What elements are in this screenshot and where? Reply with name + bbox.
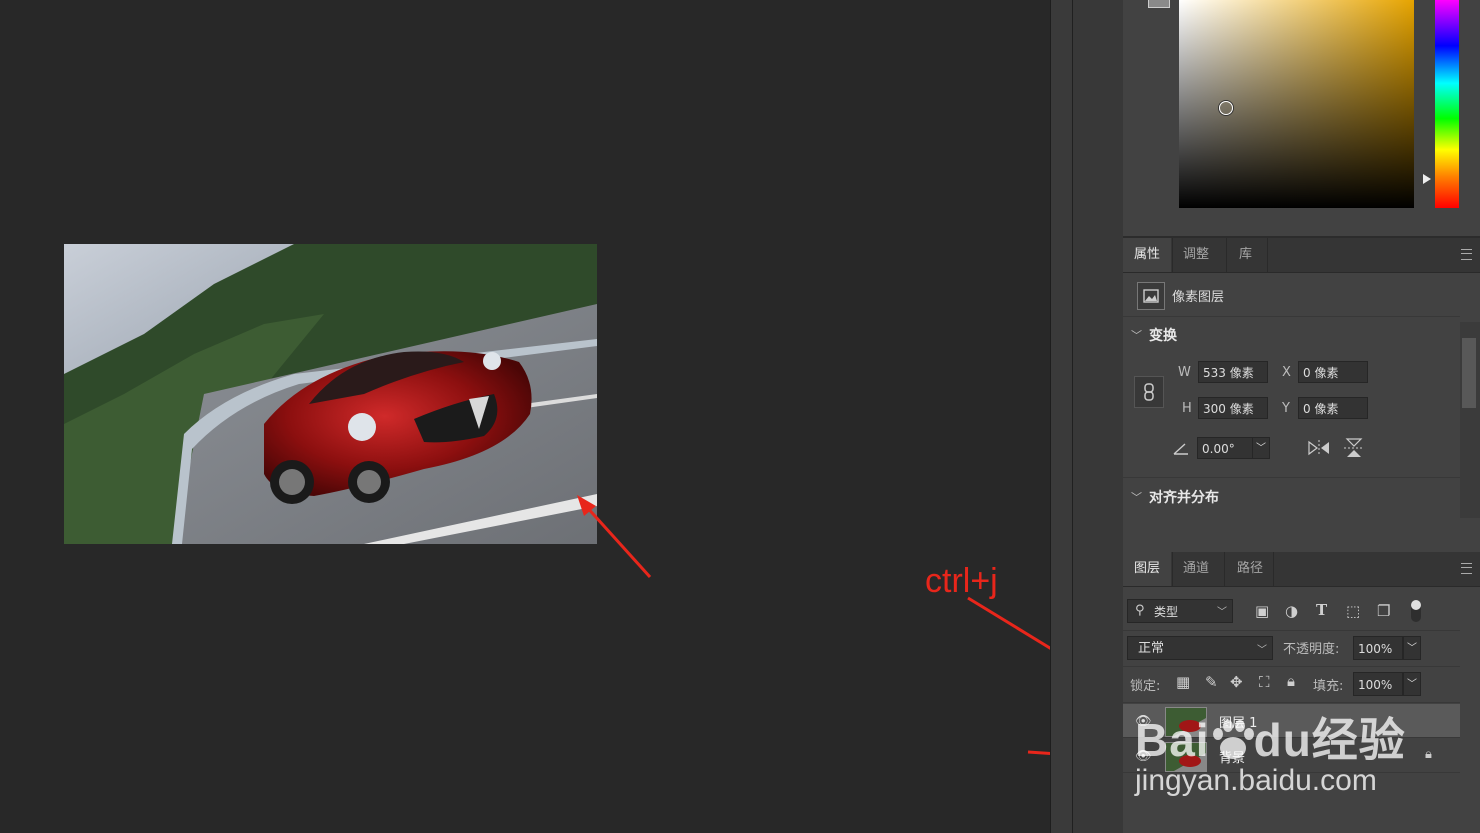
y-field[interactable]: 0 像素 — [1298, 397, 1368, 419]
color-picker-cursor[interactable] — [1219, 101, 1233, 115]
rotation-angle-field[interactable]: 0.00° — [1197, 437, 1253, 459]
opacity-label: 不透明度: — [1283, 642, 1340, 657]
filter-toggle[interactable] — [1411, 600, 1421, 622]
pixel-layer-icon — [1137, 282, 1165, 310]
lock-label: 锁定: — [1130, 679, 1161, 694]
flip-horizontal-icon[interactable] — [1307, 439, 1331, 461]
lock-transparent-pixels-icon[interactable]: ▦ — [1176, 673, 1190, 691]
chevron-down-icon: ﹀ — [1257, 645, 1267, 656]
layer-type-label: 像素图层 — [1172, 290, 1225, 305]
opacity-dropdown[interactable]: ﹀ — [1403, 636, 1421, 660]
fill-field[interactable]: 100% — [1353, 672, 1403, 696]
chevron-down-icon[interactable]: ﹀ — [1131, 327, 1142, 343]
height-label: H — [1182, 401, 1192, 416]
opacity-field[interactable]: 100% — [1353, 636, 1403, 660]
fill-label: 填充: — [1313, 679, 1344, 694]
lock-all-icon[interactable]: 🔒︎ — [1287, 672, 1295, 690]
lock-image-pixels-icon[interactable]: ✎ — [1205, 673, 1218, 691]
divider — [1123, 666, 1460, 667]
width-label: W — [1178, 365, 1191, 380]
width-field[interactable]: 533 像素 — [1198, 361, 1268, 383]
divider — [1123, 630, 1460, 631]
transform-section-title[interactable]: 变换 — [1149, 325, 1177, 345]
rotation-dropdown[interactable]: ﹀ — [1252, 437, 1270, 459]
link-icon — [1144, 383, 1154, 401]
car-photo — [64, 244, 597, 544]
adjustment-filter-icon[interactable]: ◑ — [1285, 602, 1298, 620]
tab-adjustments[interactable]: 调整 — [1172, 238, 1220, 272]
divider — [1123, 316, 1460, 317]
layers-tabbar: 图层 通道 路径 — [1123, 552, 1480, 587]
chevron-down-icon[interactable]: ﹀ — [1131, 489, 1142, 505]
angle-icon — [1172, 440, 1190, 460]
align-section-title[interactable]: 对齐并分布 — [1149, 487, 1219, 507]
shortcut-annotation: ctrl+j — [925, 562, 998, 600]
shape-filter-icon[interactable]: ⬚ — [1346, 602, 1360, 620]
hue-slider-handle[interactable] — [1423, 174, 1431, 184]
panel-menu-icon[interactable] — [1461, 249, 1472, 260]
tab-layers[interactable]: 图层 — [1123, 552, 1172, 586]
hue-slider[interactable] — [1435, 0, 1459, 208]
chevron-down-icon: ﹀ — [1217, 607, 1227, 618]
watermark-brand-right: du经验 — [1253, 714, 1406, 766]
link-dimensions-button[interactable] — [1134, 376, 1164, 408]
tab-channels[interactable]: 通道 — [1172, 552, 1220, 586]
smart-object-filter-icon[interactable]: ❐ — [1377, 602, 1390, 620]
blend-mode-select[interactable]: 正常 — [1127, 636, 1273, 660]
search-icon: ⚲ — [1135, 603, 1145, 618]
x-field[interactable]: 0 像素 — [1298, 361, 1368, 383]
watermark-url: jingyan.baidu.com — [1135, 764, 1377, 797]
saturation-brightness-field[interactable] — [1179, 0, 1414, 208]
properties-scrollbar-thumb[interactable] — [1462, 338, 1476, 408]
divider — [1123, 477, 1460, 478]
flip-vertical-icon[interactable] — [1343, 437, 1365, 463]
image-filter-icon[interactable]: ▣ — [1255, 602, 1269, 620]
document-image-red-sports-car[interactable] — [64, 244, 597, 544]
foreground-swatch[interactable] — [1148, 0, 1170, 8]
type-filter-icon[interactable]: T — [1316, 601, 1327, 619]
lock-artboard-icon[interactable]: ⛶ — [1259, 673, 1270, 691]
layer-lock-icon: 🔒︎ — [1425, 747, 1432, 762]
y-label: Y — [1282, 401, 1290, 416]
fill-dropdown[interactable]: ﹀ — [1403, 672, 1421, 696]
tab-paths[interactable]: 路径 — [1226, 552, 1274, 586]
watermark-brand: Bai du经验 — [1135, 704, 1406, 770]
tool-options-rail — [1050, 0, 1073, 833]
height-field[interactable]: 300 像素 — [1198, 397, 1268, 419]
panel-menu-icon[interactable] — [1461, 563, 1472, 574]
tab-properties[interactable]: 属性 — [1123, 238, 1172, 272]
watermark-brand-left: Bai — [1135, 714, 1210, 766]
tab-libraries[interactable]: 库 — [1228, 238, 1263, 272]
paw-icon — [1210, 717, 1254, 759]
collapsed-panel-column — [1072, 0, 1124, 833]
x-label: X — [1282, 365, 1291, 380]
lock-position-icon[interactable]: ✥ — [1230, 673, 1243, 691]
divider — [1123, 702, 1460, 703]
properties-tabbar: 属性 调整 库 — [1123, 238, 1480, 273]
